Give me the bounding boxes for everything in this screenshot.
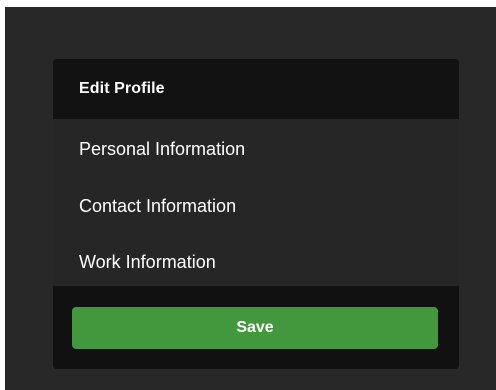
profile-menu: Personal Information Contact Information… (53, 119, 459, 286)
menu-item-work-information[interactable]: Work Information (53, 234, 459, 290)
menu-item-contact-information[interactable]: Contact Information (53, 178, 459, 234)
edit-profile-panel: Edit Profile Personal Information Contac… (53, 59, 459, 369)
save-button[interactable]: Save (72, 307, 438, 349)
page-background: Edit Profile Personal Information Contac… (5, 7, 496, 390)
panel-header: Edit Profile (53, 59, 459, 119)
panel-title: Edit Profile (79, 80, 165, 97)
menu-item-personal-information[interactable]: Personal Information (53, 119, 459, 178)
panel-footer: Save (53, 286, 459, 369)
